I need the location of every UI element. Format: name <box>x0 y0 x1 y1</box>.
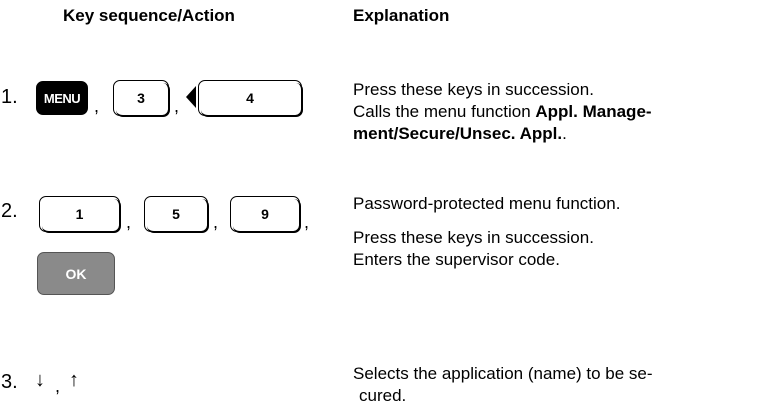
step-2-separator: , <box>126 212 132 232</box>
step-3-explanation: Selects the application (name) to be se-… <box>353 363 653 407</box>
key-3: 3 <box>113 80 170 117</box>
down-arrow-icon: ↓ <box>35 369 45 391</box>
step-2-explanation-line1: Password-protected menu function. <box>353 194 621 213</box>
step-1-explanation-line3: ment/Secure/Unsec. Appl.. <box>353 124 567 143</box>
step-2-explanation: Password-protected menu function. Press … <box>353 193 620 271</box>
step-2-separator: , <box>213 212 219 232</box>
key-4: 4 <box>198 80 303 117</box>
key-5: 5 <box>144 196 209 233</box>
step-3-number: 3. <box>1 371 18 393</box>
step-1-number: 1. <box>1 86 18 108</box>
menu-key-label: MENU <box>43 90 81 106</box>
step-1-explanation-line2: Calls the menu function Appl. Manage- <box>353 102 652 121</box>
step-2-separator: , <box>304 212 310 232</box>
left-arrow-icon <box>186 86 196 108</box>
key-5-label: 5 <box>172 206 180 222</box>
step-1-explanation-line1: Press these keys in succession. <box>353 80 594 99</box>
key-9-label: 9 <box>261 206 269 222</box>
step-2-explanation-line2: Press these keys in succession. <box>353 228 594 247</box>
key-3-label: 3 <box>137 90 145 106</box>
header-key-sequence: Key sequence/Action <box>63 6 235 25</box>
key-1-label: 1 <box>75 206 84 222</box>
key-9: 9 <box>230 196 301 233</box>
step-1-separator: , <box>174 96 180 116</box>
step-2-number: 2. <box>1 200 18 222</box>
ok-key: OK <box>37 252 115 295</box>
up-arrow-icon: ↑ <box>69 369 79 391</box>
header-explanation: Explanation <box>353 6 450 25</box>
menu-key: MENU <box>36 81 88 115</box>
step-3-separator: , <box>55 376 61 396</box>
step-1-explanation: Press these keys in succession. Calls th… <box>353 79 652 145</box>
step-3-explanation-line2: cured. <box>359 386 407 405</box>
ok-key-label: OK <box>65 265 87 282</box>
step-3-explanation-line1: Selects the application (name) to be se- <box>353 364 653 383</box>
key-1: 1 <box>39 196 121 233</box>
step-2-explanation-line3: Enters the supervisor code. <box>353 250 560 269</box>
step-1-separator: , <box>94 96 100 116</box>
key-4-label: 4 <box>246 90 254 106</box>
